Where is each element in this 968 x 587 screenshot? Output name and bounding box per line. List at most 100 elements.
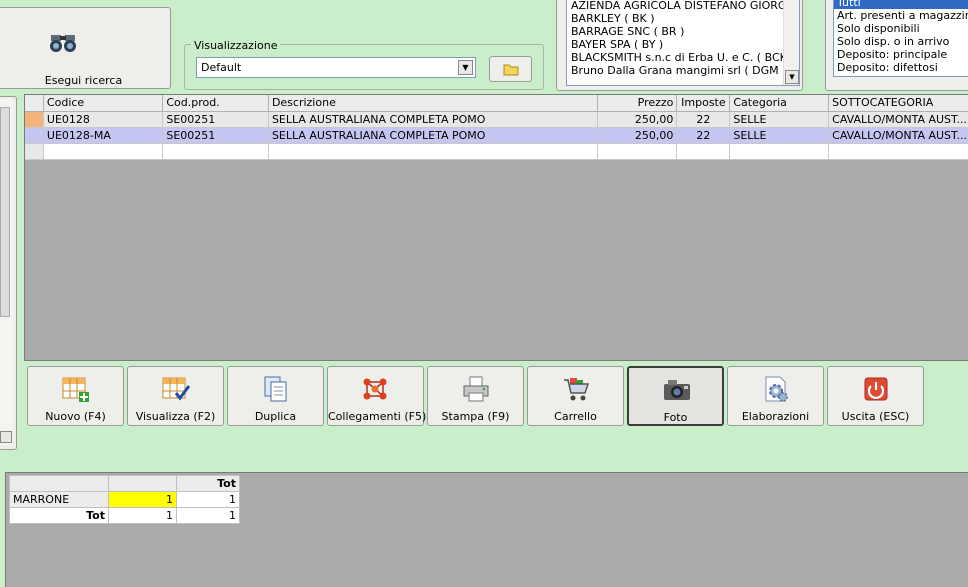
- toolbar-button-4[interactable]: Collegamenti (F5): [327, 366, 427, 426]
- pivot-cell[interactable]: 1: [108, 491, 177, 508]
- printer-icon: [461, 374, 491, 404]
- availability-list[interactable]: Tutti Art. presenti a magazzino Solo dispo…: [833, 0, 968, 77]
- articles-grid: Codice Cod.prod. Descrizione Prezzo Impo…: [24, 94, 968, 361]
- duplicate-icon: [261, 374, 291, 404]
- supplier-item[interactable]: BARKLEY ( BK ): [567, 12, 799, 25]
- toolbar-button-label: Visualizza (F2): [135, 410, 216, 423]
- row-indicator[interactable]: [25, 111, 44, 128]
- table-row[interactable]: [25, 143, 968, 160]
- availability-option[interactable]: Deposito: principale: [834, 48, 968, 61]
- table-cell[interactable]: 250,00: [597, 127, 678, 144]
- supplier-item[interactable]: BLACKSMITH s.n.c di Erba U. e C. ( BCK ): [567, 51, 799, 64]
- availability-option[interactable]: Deposito: difettosi: [834, 61, 968, 74]
- table-cell[interactable]: SE00251: [162, 111, 269, 128]
- left-panel-scrollbar[interactable]: [0, 96, 17, 450]
- table-cell[interactable]: [43, 143, 164, 160]
- grid-header-row: Codice Cod.prod. Descrizione Prezzo Impo…: [25, 95, 968, 112]
- pivot-total-label: Tot: [9, 507, 109, 524]
- toolbar-button-label: Collegamenti (F5): [328, 410, 427, 423]
- toolbar-button-6[interactable]: Carrello: [527, 366, 624, 426]
- view-select[interactable]: Default ▼: [196, 57, 476, 78]
- column-header[interactable]: Categoria: [729, 95, 830, 112]
- table-cell[interactable]: [597, 143, 678, 160]
- availability-option[interactable]: Solo disp. o in arrivo: [834, 35, 968, 48]
- grid-corner: [25, 95, 44, 112]
- toolbar-button-label: Duplica: [254, 410, 297, 423]
- scroll-down-button[interactable]: [0, 431, 12, 443]
- view-grid-icon: [161, 374, 191, 404]
- table-cell[interactable]: [268, 143, 599, 160]
- table-cell[interactable]: [162, 143, 269, 160]
- supplier-item[interactable]: BAYER SPA ( BY ): [567, 38, 799, 51]
- binoculars-icon: [47, 32, 79, 54]
- table-cell[interactable]: [729, 143, 830, 160]
- table-cell[interactable]: 22: [676, 111, 731, 128]
- camera-icon: [662, 375, 692, 405]
- availability-option[interactable]: Tutti: [834, 0, 968, 9]
- table-cell[interactable]: SELLE: [729, 127, 830, 144]
- view-legend: Visualizzazione: [191, 39, 281, 52]
- supplier-item[interactable]: BARRAGE SNC ( BR ): [567, 25, 799, 38]
- toolbar-button-7[interactable]: Foto: [627, 366, 724, 426]
- cart-icon: [561, 374, 591, 404]
- toolbar-button-label: Foto: [663, 411, 688, 424]
- pivot-grand-total: 1: [176, 507, 240, 524]
- row-indicator[interactable]: [25, 143, 44, 160]
- toolbar-button-9[interactable]: Uscita (ESC): [827, 366, 924, 426]
- view-select-value: Default: [201, 61, 242, 74]
- table-cell[interactable]: 22: [676, 127, 731, 144]
- supplier-list[interactable]: AZIENDA AGRICOLA DISTEFANO GIORGIO (BARK…: [566, 0, 800, 86]
- table-cell[interactable]: UE0128-MA: [43, 127, 164, 144]
- pivot-corner: [9, 475, 109, 492]
- supplier-item[interactable]: AZIENDA AGRICOLA DISTEFANO GIORGIO (: [567, 0, 799, 12]
- toolbar-button-8[interactable]: Elaborazioni: [727, 366, 824, 426]
- search-button-label: Esegui ricerca: [44, 74, 123, 87]
- links-icon: [361, 374, 391, 404]
- table-cell[interactable]: [676, 143, 731, 160]
- pivot-table: Tot MARRONE 1 1 Tot 1 1: [9, 475, 240, 524]
- table-cell[interactable]: SELLA AUSTRALIANA COMPLETA POMO: [268, 127, 599, 144]
- toolbar-button-1[interactable]: Nuovo (F4): [27, 366, 124, 426]
- column-header[interactable]: Imposte: [676, 95, 731, 112]
- new-grid-icon: [61, 374, 91, 404]
- exit-icon: [861, 374, 891, 404]
- column-header[interactable]: Cod.prod.: [162, 95, 269, 112]
- toolbar-button-label: Nuovo (F4): [45, 410, 106, 423]
- scrollbar-thumb[interactable]: [0, 107, 10, 317]
- table-row[interactable]: UE0128 SE00251 SELLA AUSTRALIANA COMPLETA …: [25, 111, 968, 128]
- table-cell[interactable]: SELLA AUSTRALIANA COMPLETA POMO: [268, 111, 599, 128]
- toolbar-button-5[interactable]: Stampa (F9): [427, 366, 524, 426]
- column-header[interactable]: Descrizione: [268, 95, 599, 112]
- toolbar-button-label: Carrello: [554, 410, 597, 423]
- table-row[interactable]: UE0128-MA SE00251 SELLA AUSTRALIANA COMPLE…: [25, 127, 968, 144]
- view-folder-button[interactable]: [489, 56, 532, 82]
- folder-icon: [503, 64, 519, 76]
- pivot-col-total: 1: [108, 507, 177, 524]
- pivot-col-total-header: Tot: [176, 475, 240, 492]
- table-cell[interactable]: [828, 143, 968, 160]
- row-indicator[interactable]: [25, 127, 44, 144]
- toolbar-button-3[interactable]: Duplica: [227, 366, 324, 426]
- pivot-col-header-empty: [108, 475, 177, 492]
- table-cell[interactable]: CAVALLO/MONTA AUST...: [828, 127, 968, 144]
- supplier-item[interactable]: Bruno Dalla Grana mangimi srl ( DGM ): [567, 64, 799, 77]
- table-cell[interactable]: SE00251: [162, 127, 269, 144]
- supplier-scrollbar[interactable]: ▼: [783, 0, 799, 85]
- search-button[interactable]: Esegui ricerca: [0, 7, 171, 89]
- toolbar-button-label: Stampa (F9): [441, 410, 510, 423]
- availability-option[interactable]: Art. presenti a magazzino: [834, 9, 968, 22]
- chevron-down-icon[interactable]: ▼: [458, 60, 473, 75]
- column-header[interactable]: SOTTOCATEGORIA: [828, 95, 968, 112]
- table-cell[interactable]: 250,00: [597, 111, 678, 128]
- pivot-row-total: 1: [176, 491, 240, 508]
- toolbar-button-label: Uscita (ESC): [841, 410, 910, 423]
- chevron-down-icon[interactable]: ▼: [785, 70, 799, 84]
- table-cell[interactable]: UE0128: [43, 111, 164, 128]
- availability-option[interactable]: Solo disponibili: [834, 22, 968, 35]
- toolbar-button-2[interactable]: Visualizza (F2): [127, 366, 224, 426]
- column-header[interactable]: Prezzo: [597, 95, 678, 112]
- table-cell[interactable]: SELLE: [729, 111, 830, 128]
- table-cell[interactable]: CAVALLO/MONTA AUST...: [828, 111, 968, 128]
- toolbar-button-label: Elaborazioni: [741, 410, 810, 423]
- column-header[interactable]: Codice: [43, 95, 164, 112]
